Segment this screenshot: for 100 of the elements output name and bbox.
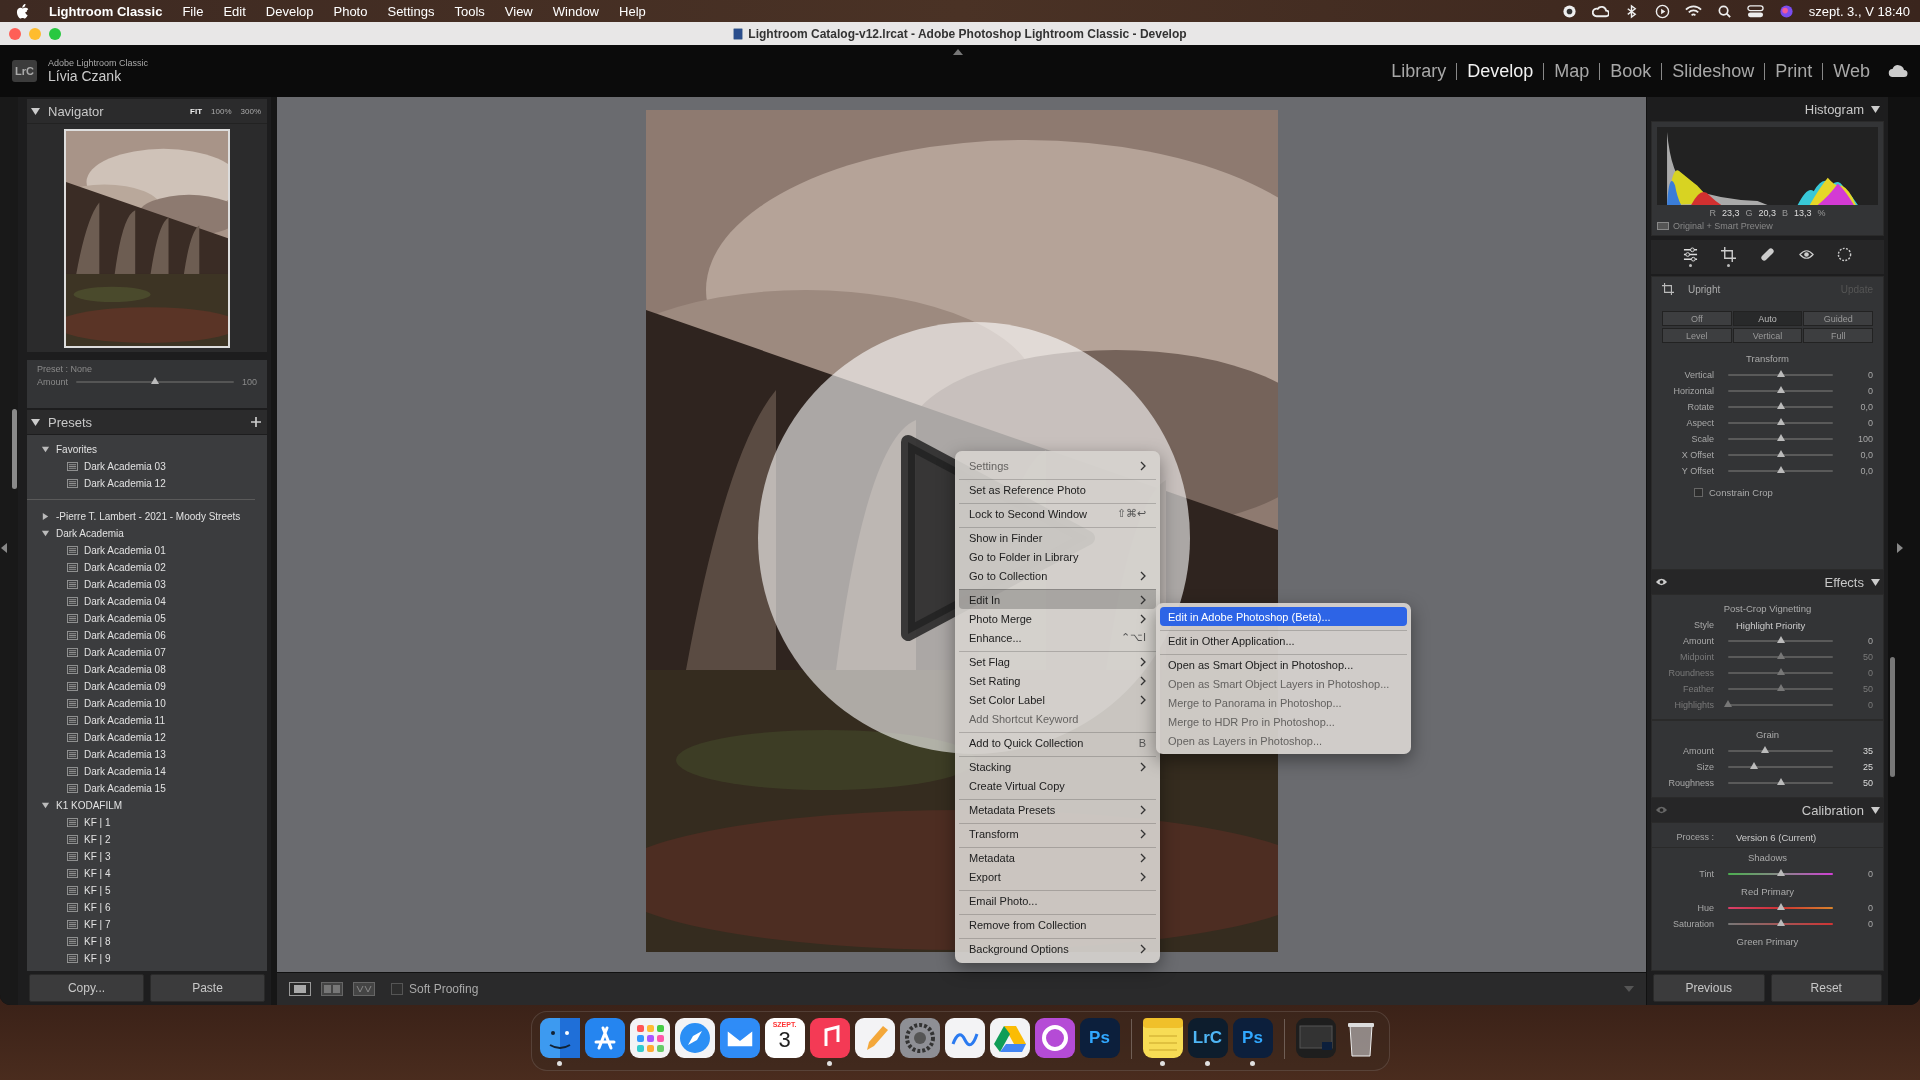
- menu-item[interactable]: Set Color Label: [959, 690, 1156, 709]
- play-icon[interactable]: [1653, 3, 1671, 19]
- mask-icon[interactable]: [1837, 247, 1853, 262]
- module-tab[interactable]: Map: [1544, 60, 1600, 82]
- menu-item[interactable]: Set Flag: [959, 651, 1156, 671]
- panel-toggle-icon[interactable]: [953, 49, 963, 55]
- checkbox-label[interactable]: Constrain Crop: [1709, 487, 1773, 498]
- menu-item[interactable]: Remove from Collection: [959, 914, 1156, 934]
- slider-value[interactable]: 0: [1847, 903, 1873, 913]
- expanded-icon[interactable]: [1871, 805, 1880, 815]
- mail-icon[interactable]: [719, 1018, 760, 1058]
- upright-mode-button[interactable]: Auto: [1732, 311, 1803, 326]
- preset-tree-item[interactable]: Dark Academia 12: [27, 729, 267, 746]
- module-tab[interactable]: Slideshow: [1662, 60, 1765, 82]
- preset-tree-item[interactable]: KF | 2: [27, 831, 267, 848]
- menu-item[interactable]: Metadata: [959, 847, 1156, 867]
- expanded-icon[interactable]: [1871, 577, 1880, 587]
- preset-tree-item[interactable]: Dark Academia 09: [27, 678, 267, 695]
- module-tab[interactable]: Web: [1823, 60, 1880, 82]
- menu-item[interactable]: Develop: [265, 3, 314, 19]
- menu-item[interactable]: Set Rating: [959, 671, 1156, 690]
- menu-item[interactable]: Go to Folder in Library: [959, 547, 1156, 566]
- sliders-icon[interactable]: [1682, 247, 1698, 262]
- preset-tree-item[interactable]: KF | 9: [27, 950, 267, 967]
- slider-value[interactable]: 0: [1847, 636, 1873, 646]
- preset-tree-item[interactable]: Dark Academia 01: [27, 542, 267, 559]
- creative-cloud-icon[interactable]: [1591, 3, 1609, 19]
- menu-item[interactable]: Add to Quick Collection B: [959, 732, 1156, 752]
- slider-value[interactable]: 0: [1847, 418, 1873, 428]
- cloud-icon[interactable]: [1888, 64, 1908, 78]
- menu-item[interactable]: Photo: [333, 3, 368, 19]
- clock[interactable]: szept. 3., V 18:40: [1808, 3, 1910, 19]
- eye-icon[interactable]: [1655, 577, 1668, 587]
- menu-item[interactable]: Go to Collection: [959, 566, 1156, 585]
- panel-button[interactable]: Paste: [150, 974, 265, 1002]
- preset-tree-item[interactable]: Dark Academia 10: [27, 695, 267, 712]
- checkbox[interactable]: [391, 983, 403, 995]
- preset-tree-item[interactable]: KF | 3: [27, 848, 267, 865]
- menu-item[interactable]: View: [504, 3, 533, 19]
- scribble-icon[interactable]: [944, 1018, 985, 1058]
- scrollbar[interactable]: [1890, 657, 1895, 777]
- menu-item[interactable]: Show in Finder: [959, 527, 1156, 547]
- preset-tree-item[interactable]: Dark Academia 06: [27, 627, 267, 644]
- menu-item[interactable]: Enhance... ⌃⌥I: [959, 628, 1156, 647]
- menu-item[interactable]: Open as Smart Object in Photoshop...: [1160, 654, 1407, 674]
- menu-item[interactable]: Create Virtual Copy: [959, 776, 1156, 795]
- menu-item[interactable]: Lock to Second Window ⇧⌘↩: [959, 503, 1156, 523]
- module-tab[interactable]: Book: [1600, 60, 1662, 82]
- preset-tree-item[interactable]: Favorites: [27, 441, 255, 458]
- menu-item[interactable]: File: [182, 3, 204, 19]
- menu-item[interactable]: Window: [552, 3, 599, 19]
- slider-value[interactable]: 100: [1847, 434, 1873, 444]
- preset-tree-item[interactable]: Dark Academia 15: [27, 780, 267, 797]
- expanded-icon[interactable]: [41, 529, 50, 538]
- upright-mode-button[interactable]: Vertical: [1732, 328, 1803, 343]
- preset-tree-item[interactable]: Dark Academia: [27, 525, 267, 542]
- slider-value[interactable]: 0,0: [1847, 402, 1873, 412]
- menu-item[interactable]: Photo Merge: [959, 609, 1156, 628]
- crop-icon[interactable]: [1721, 247, 1737, 262]
- menu-item[interactable]: Edit in Adobe Photoshop (Beta)...: [1160, 607, 1407, 626]
- preset-tree-item[interactable]: Dark Academia 14: [27, 763, 267, 780]
- notes-icon[interactable]: [1142, 1018, 1183, 1058]
- compass-icon[interactable]: [674, 1018, 715, 1058]
- music-note-icon[interactable]: [809, 1018, 850, 1058]
- preset-tree-item[interactable]: KF | 5: [27, 882, 267, 899]
- launchpad-icon[interactable]: [629, 1018, 670, 1058]
- slider-value[interactable]: 0,0: [1847, 450, 1873, 460]
- finder-icon[interactable]: [539, 1018, 580, 1058]
- preset-tree-item[interactable]: KF | 6: [27, 899, 267, 916]
- menu-item[interactable]: Edit in Other Application...: [1160, 630, 1407, 650]
- panel-header[interactable]: Histogram: [1651, 97, 1884, 121]
- panel-header[interactable]: Effects: [1651, 570, 1884, 594]
- app-icon[interactable]: Ps: [1232, 1018, 1273, 1058]
- creative-cloud-icon[interactable]: [1034, 1018, 1075, 1058]
- expand-icon[interactable]: [1897, 543, 1903, 553]
- wifi-icon[interactable]: [1684, 3, 1702, 19]
- module-tab[interactable]: Print: [1765, 60, 1823, 82]
- loupe-view-icon[interactable]: [289, 982, 311, 996]
- panel-button[interactable]: Copy...: [29, 974, 144, 1002]
- slider-value[interactable]: 0,0: [1847, 466, 1873, 476]
- preset-tree-item[interactable]: Dark Academia 08: [27, 661, 267, 678]
- slider-value[interactable]: 0: [1847, 869, 1873, 879]
- expanded-icon[interactable]: [41, 801, 50, 810]
- app-menu[interactable]: Lightroom Classic: [49, 3, 163, 19]
- menu-item[interactable]: Export: [959, 867, 1156, 886]
- panel-header[interactable]: Navigator FIT 100% 300%: [27, 99, 267, 123]
- preset-tree-item[interactable]: Dark Academia 12: [27, 475, 255, 492]
- record-icon[interactable]: [1560, 3, 1578, 19]
- apple-icon[interactable]: [16, 3, 29, 19]
- slider-value[interactable]: 0: [1847, 919, 1873, 929]
- expanded-icon[interactable]: [41, 445, 50, 454]
- menu-item[interactable]: Metadata Presets: [959, 799, 1156, 819]
- preset-tree-item[interactable]: -Pierre T. Lambert - 2021 - Moody Streets: [27, 508, 267, 525]
- slider-value[interactable]: 0: [1847, 386, 1873, 396]
- upright-mode-button[interactable]: Guided: [1803, 311, 1873, 326]
- preset-tree-item[interactable]: Dark Academia 02: [27, 559, 267, 576]
- gear-icon[interactable]: [899, 1018, 940, 1058]
- zoom-option[interactable]: FIT: [190, 106, 203, 116]
- slider-value[interactable]: 35: [1847, 746, 1873, 756]
- preset-tree-item[interactable]: Dark Academia 05: [27, 610, 267, 627]
